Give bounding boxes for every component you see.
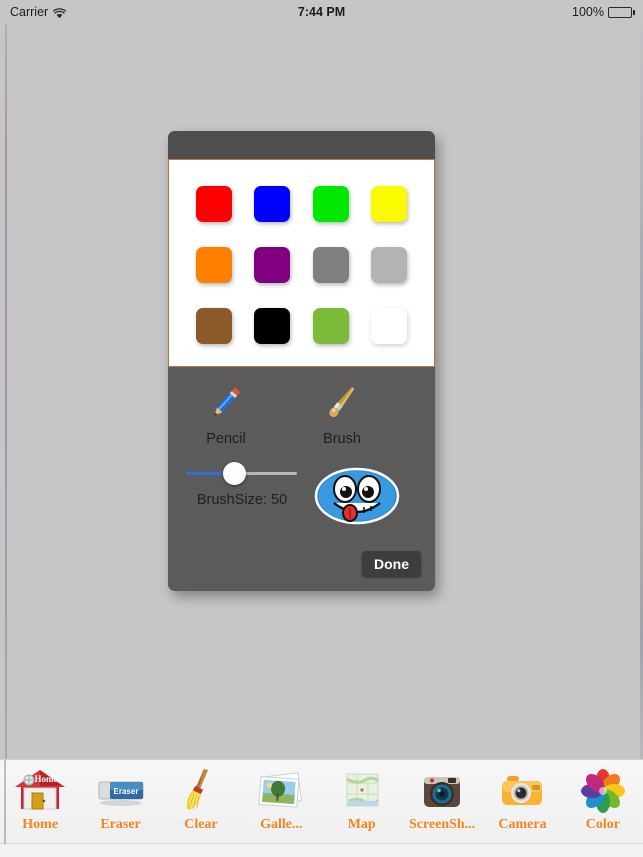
svg-text:Eraser: Eraser — [113, 787, 138, 796]
home-icon: Home — [13, 766, 67, 814]
map-icon — [335, 766, 389, 814]
done-button[interactable]: Done — [362, 551, 421, 577]
toolbar-label-eraser: Eraser — [100, 817, 141, 832]
blue-smiley-stamp[interactable] — [314, 467, 400, 525]
toolbar-item-camera[interactable]: Camera — [482, 760, 562, 843]
brush-icon — [296, 375, 388, 429]
toolbar-item-eraser[interactable]: Eraser Eraser — [80, 760, 160, 843]
toolbar-item-home[interactable]: Home Home — [0, 760, 80, 843]
toolbar-label-color: Color — [585, 817, 620, 832]
status-bar-right: 100% — [572, 5, 635, 19]
svg-text:Home: Home — [35, 774, 58, 784]
modal-header-bar — [168, 131, 435, 159]
color-palette-grid — [168, 159, 435, 367]
status-bar: Carrier 7:44 PM 100% — [0, 0, 643, 24]
toolbar-item-gallery[interactable]: Galle... — [241, 760, 321, 843]
toolbar-label-camera: Camera — [498, 817, 547, 832]
toolbar-label-screenshot: ScreenSh... — [408, 817, 476, 832]
color-wheel-icon — [576, 766, 630, 814]
toolbar-items: Home Home Eraser Eraser Clear Galle... M… — [0, 760, 643, 844]
tool-pencil[interactable]: Pencil — [180, 375, 272, 447]
toolbar-label-home: Home — [22, 817, 59, 832]
slider-thumb[interactable] — [223, 462, 246, 485]
camera-icon — [495, 766, 549, 814]
color-swatch-blue[interactable] — [254, 186, 291, 223]
toolbar-item-screenshot[interactable]: ScreenSh... — [402, 760, 482, 843]
pencil-icon — [180, 375, 272, 429]
toolbar-item-map[interactable]: Map — [322, 760, 402, 843]
app-root: Carrier 7:44 PM 100% Pencil Brush BrushS… — [0, 0, 643, 857]
battery-full-icon — [608, 6, 635, 18]
tool-pencil-label: Pencil — [206, 431, 246, 447]
brush-size-label: BrushSize: 50 — [196, 492, 288, 508]
color-swatch-white[interactable] — [370, 307, 407, 344]
toolbar-label-map: Map — [347, 817, 376, 832]
tool-panel: Pencil Brush BrushSize: 50 Done — [168, 367, 435, 591]
color-swatch-black[interactable] — [254, 307, 291, 344]
color-swatch-brown[interactable] — [196, 307, 233, 344]
color-swatch-red[interactable] — [196, 186, 233, 223]
tool-brush[interactable]: Brush — [296, 375, 388, 447]
color-swatch-light-gray[interactable] — [370, 246, 407, 283]
color-swatch-orange[interactable] — [196, 246, 233, 283]
brush-size-slider[interactable]: BrushSize: 50 — [182, 462, 302, 508]
tool-brush-label: Brush — [323, 431, 361, 447]
toolbar-left-edge — [4, 760, 6, 844]
drawing-canvas[interactable]: Pencil Brush BrushSize: 50 Done — [0, 24, 643, 759]
retro-camera-icon — [415, 766, 469, 814]
smiley-face-icon — [314, 467, 400, 525]
color-picker-modal: Pencil Brush BrushSize: 50 Done — [168, 131, 435, 591]
color-swatch-yellow[interactable] — [370, 186, 407, 223]
toolbar-label-clear: Clear — [184, 817, 218, 832]
battery-percent-label: 100% — [572, 5, 604, 19]
toolbar-item-color[interactable]: Color — [563, 760, 643, 843]
slider-track[interactable] — [187, 462, 297, 485]
status-bar-time: 7:44 PM — [297, 5, 346, 19]
toolbar-item-clear[interactable]: Clear — [161, 760, 241, 843]
color-swatch-purple[interactable] — [254, 246, 291, 283]
color-swatch-yellow-green[interactable] — [312, 307, 349, 344]
canvas-left-edge-strip — [5, 24, 7, 759]
photos-icon — [254, 766, 308, 814]
bottom-toolbar: Home Home Eraser Eraser Clear Galle... M… — [0, 759, 643, 857]
eraser-icon: Eraser — [94, 766, 148, 814]
broom-icon — [174, 766, 228, 814]
color-swatch-dark-gray[interactable] — [312, 246, 349, 283]
color-swatch-green[interactable] — [312, 186, 349, 223]
toolbar-label-gallery: Galle... — [260, 817, 303, 832]
